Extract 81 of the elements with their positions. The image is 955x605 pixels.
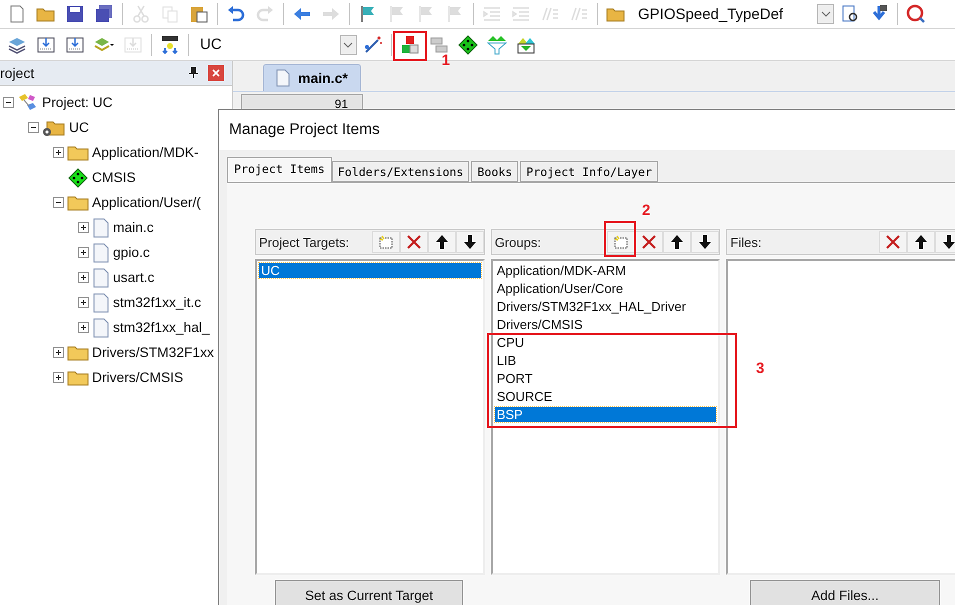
file-icon	[92, 318, 110, 338]
list-label: Files:	[730, 234, 762, 250]
dialog-tab[interactable]: Project Items	[227, 157, 332, 182]
tree-item[interactable]: stm32f1xx_it.c	[113, 295, 202, 310]
step-number: 2	[642, 202, 650, 219]
highlight-frame	[604, 221, 636, 257]
list-label: Groups:	[494, 234, 542, 250]
file-icon	[92, 218, 110, 238]
file-icon	[92, 292, 110, 312]
new-item-icon[interactable]	[607, 231, 636, 253]
expand-icon[interactable]	[53, 147, 64, 158]
move-down-icon[interactable]	[456, 231, 484, 253]
dialog-title: Manage Project Items	[229, 121, 380, 139]
move-down-icon[interactable]	[934, 231, 955, 253]
expand-icon[interactable]	[78, 297, 89, 308]
highlight-frame	[392, 30, 427, 60]
line-number: 91	[334, 97, 348, 111]
expand-icon[interactable]	[78, 322, 89, 333]
set-target-button[interactable]: Set as Current Target	[275, 580, 463, 605]
expand-icon[interactable]	[78, 272, 89, 283]
tree-item[interactable]: main.c	[113, 220, 154, 235]
list-item[interactable]: BSP	[494, 407, 716, 422]
list-item[interactable]: SOURCE	[494, 389, 716, 404]
expand-icon[interactable]	[78, 247, 89, 258]
tree-item[interactable]: gpio.c	[113, 245, 150, 260]
add-files-button[interactable]: Add Files...	[750, 580, 940, 605]
tree-item[interactable]: CMSIS	[92, 170, 136, 185]
collapse-icon[interactable]	[3, 97, 14, 108]
list-item[interactable]: LIB	[494, 353, 716, 368]
file-icon	[276, 69, 290, 87]
file-icon	[92, 268, 110, 288]
move-up-icon[interactable]	[428, 231, 456, 253]
tree-item[interactable]: UC	[69, 120, 89, 135]
list-item[interactable]: Drivers/STM32F1xx_HAL_Driver	[494, 299, 716, 314]
folder-icon	[67, 194, 89, 212]
list-label: Project Targets:	[259, 234, 350, 250]
tree-item[interactable]: Application/MDK-	[92, 145, 199, 160]
move-up-icon[interactable]	[663, 231, 692, 253]
close-icon[interactable]	[208, 65, 224, 81]
tree-item[interactable]: usart.c	[113, 270, 154, 285]
list-item[interactable]: Application/User/Core	[494, 281, 716, 296]
target-combo[interactable]: UC	[194, 36, 228, 53]
folder-icon	[67, 368, 89, 386]
delete-icon[interactable]	[878, 231, 907, 253]
tree-item[interactable]: Drivers/CMSIS	[92, 370, 184, 385]
collapse-icon[interactable]	[28, 122, 39, 133]
pin-icon[interactable]	[189, 66, 198, 80]
expand-icon[interactable]	[53, 347, 64, 358]
list-item[interactable]: PORT	[494, 371, 716, 386]
list-item[interactable]: CPU	[494, 335, 716, 350]
tree-item[interactable]: Project: UC	[42, 95, 113, 110]
expand-icon[interactable]	[53, 372, 64, 383]
collapse-icon[interactable]	[53, 197, 64, 208]
expand-icon[interactable]	[78, 222, 89, 233]
editor-tab[interactable]: main.c*	[263, 64, 361, 91]
panel-title: roject	[0, 65, 36, 81]
move-up-icon[interactable]	[906, 231, 935, 253]
new-item-icon[interactable]	[372, 231, 400, 253]
file-icon	[92, 242, 110, 262]
delete-icon[interactable]	[635, 231, 664, 253]
folder-icon	[67, 144, 89, 162]
tree-item[interactable]: stm32f1xx_hal_	[113, 320, 210, 335]
move-down-icon[interactable]	[691, 231, 720, 253]
list-item[interactable]: Application/MDK-ARM	[494, 263, 716, 278]
symbol-combo[interactable]: GPIOSpeed_TypeDef	[632, 6, 790, 22]
step-number: 3	[756, 360, 764, 377]
list-item[interactable]: Drivers/CMSIS	[494, 317, 716, 332]
folder-icon	[67, 344, 89, 362]
dropdown-icon[interactable]	[817, 4, 834, 24]
dialog-tab[interactable]: Books	[471, 161, 518, 182]
tree-item[interactable]: Application/User/(	[92, 195, 201, 210]
list-item[interactable]: UC	[259, 263, 481, 278]
dropdown-icon[interactable]	[340, 34, 357, 54]
dialog-tab[interactable]: Folders/Extensions	[332, 161, 470, 182]
tree-item[interactable]: Drivers/STM32F1xx	[92, 345, 214, 360]
delete-icon[interactable]	[400, 231, 428, 253]
diamond-icon	[67, 168, 89, 188]
dialog-tab[interactable]: Project Info/Layer	[520, 161, 658, 182]
step-number: 1	[442, 52, 450, 68]
project-icon	[17, 92, 39, 112]
folder-icon	[42, 118, 66, 136]
